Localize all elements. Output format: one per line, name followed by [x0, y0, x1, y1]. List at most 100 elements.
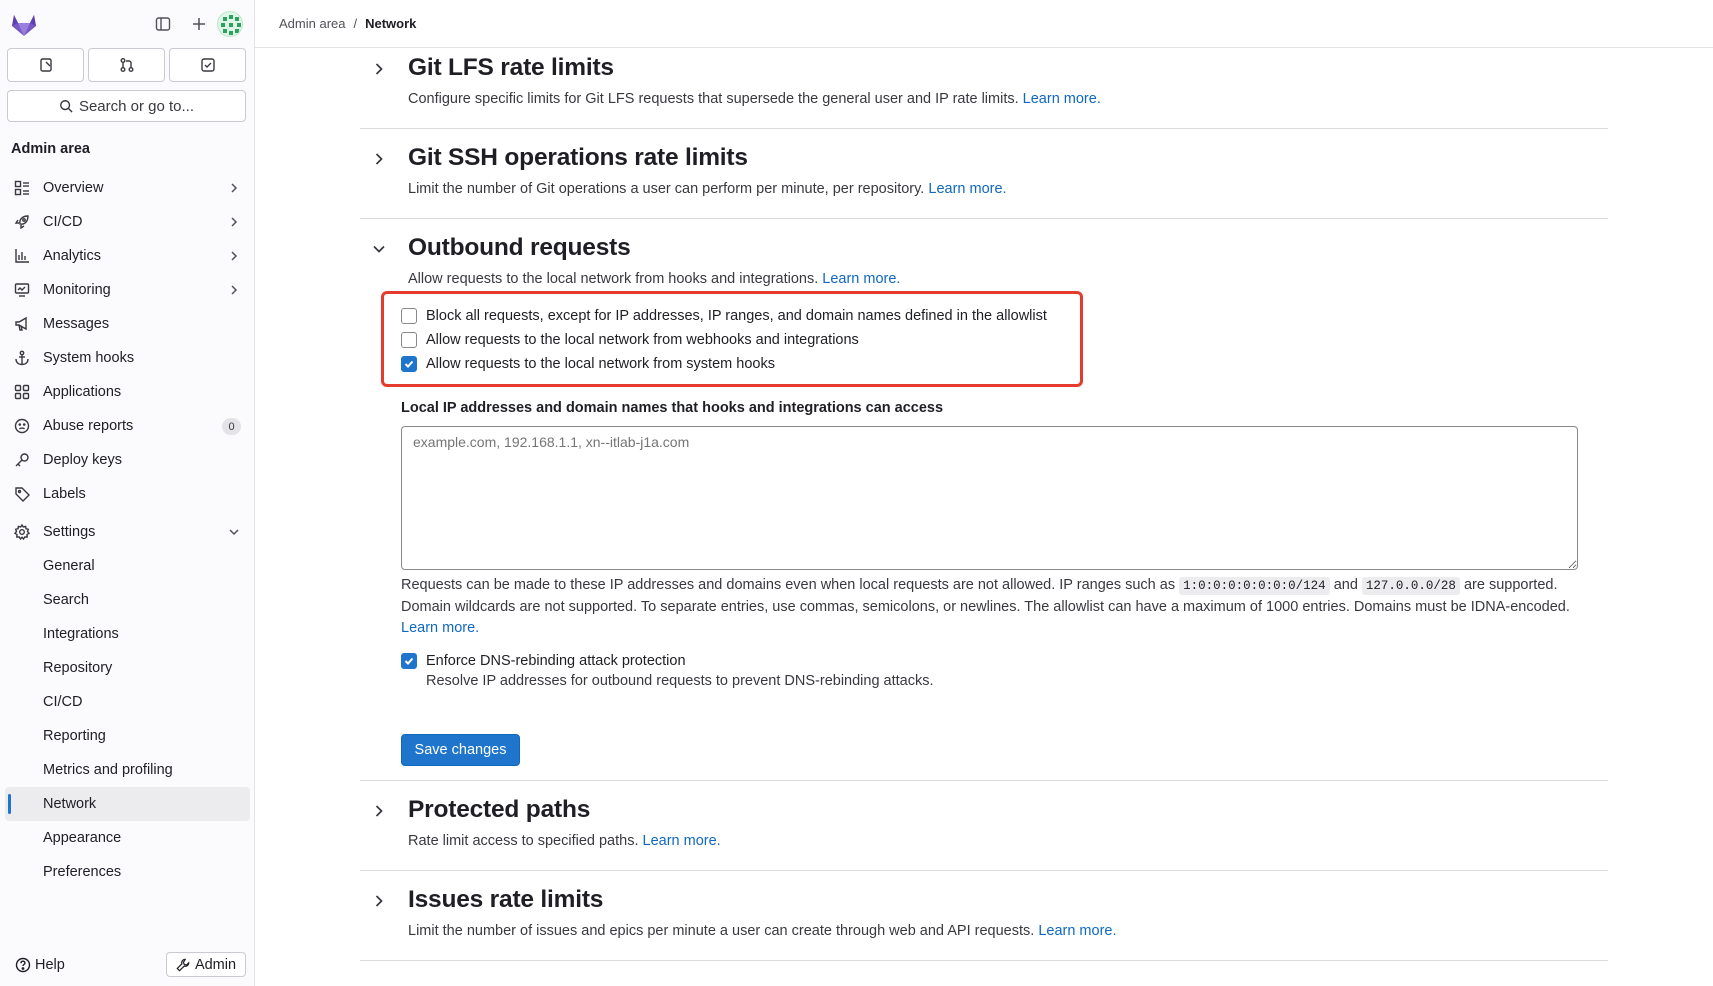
sidebar-subitem-label: Preferences — [43, 864, 122, 880]
admin-label: Admin — [194, 956, 237, 973]
sidebar-item-settings[interactable]: Settings — [0, 515, 255, 549]
chevron-right-icon[interactable] — [372, 894, 386, 908]
help-button[interactable]: Help — [15, 957, 65, 973]
sidebar-item-overview[interactable]: Overview — [0, 171, 255, 205]
dns-rebinding-checkbox[interactable]: Enforce DNS-rebinding attack protection — [401, 653, 686, 669]
anchor-icon — [15, 350, 29, 366]
learn-more-link[interactable]: Learn more. — [401, 620, 479, 636]
sidebar-subitem-label: Search — [43, 592, 89, 608]
sidebar-item-label: Monitoring — [43, 282, 111, 298]
quick-actions — [7, 48, 246, 82]
chevron-right-icon — [231, 217, 238, 227]
chevron-right-icon[interactable] — [372, 62, 386, 76]
checkmark-icon — [404, 360, 414, 368]
merge-request-icon — [120, 58, 133, 72]
sidebar-subitem-label: Integrations — [43, 626, 119, 642]
breadcrumb-current[interactable]: Network — [365, 16, 416, 31]
breadcrumb-admin-area[interactable]: Admin area — [279, 16, 345, 31]
allowlist-textarea[interactable] — [401, 426, 1578, 570]
section-git-ssh-rate-limits: Git SSH operations rate limits Limit the… — [360, 144, 1608, 219]
sidebar-subitem-network[interactable]: Network — [5, 787, 250, 821]
section-title[interactable]: Git SSH operations rate limits — [408, 144, 748, 172]
sidebar-item-analytics[interactable]: Analytics — [0, 239, 255, 273]
issues-button[interactable] — [7, 48, 84, 82]
sidebar-item-system-hooks[interactable]: System hooks — [0, 341, 255, 375]
issues-icon — [39, 58, 52, 72]
learn-more-link[interactable]: Learn more. — [643, 833, 721, 849]
sidebar-item-label: Labels — [43, 486, 86, 502]
sidebar-item-applications[interactable]: Applications — [0, 375, 255, 409]
rocket-icon — [14, 215, 29, 230]
chevron-right-icon[interactable] — [372, 804, 386, 818]
checkbox-unchecked[interactable] — [401, 332, 417, 348]
learn-more-link[interactable]: Learn more. — [1038, 923, 1116, 939]
sidebar-item-labels[interactable]: Labels — [0, 477, 255, 511]
section-description: Limit the number of Git operations a use… — [408, 181, 1007, 197]
sidebar-subitem-integrations[interactable]: Integrations — [0, 617, 255, 651]
sidebar-subitem-repository[interactable]: Repository — [0, 651, 255, 685]
plus-icon[interactable] — [187, 12, 211, 36]
checkbox-unchecked[interactable] — [401, 308, 417, 324]
checkmark-icon — [404, 657, 414, 665]
label-icon — [15, 487, 30, 502]
section-title[interactable]: Issues rate limits — [408, 886, 603, 914]
sidebar-subitem-label: Metrics and profiling — [43, 762, 173, 778]
gitlab-logo-icon[interactable] — [10, 11, 38, 37]
checkbox-label: Allow requests to the local network from… — [426, 332, 859, 348]
sidebar-topbar — [0, 0, 255, 48]
sidebar-subitem-label: CI/CD — [43, 694, 83, 710]
sidebar-item-messages[interactable]: Messages — [0, 307, 255, 341]
sidebar-subitem-preferences[interactable]: Preferences — [0, 855, 255, 889]
sidebar-nav: Overview CI/CD Analytics Monitoring Mess… — [0, 171, 255, 889]
sidebar-section-title: Admin area — [11, 141, 90, 157]
allow-system-hooks-local-checkbox[interactable]: Allow requests to the local network from… — [401, 356, 775, 372]
description-text: Configure specific limits for Git LFS re… — [408, 91, 1019, 107]
section-description: Limit the number of issues and epics per… — [408, 923, 1117, 939]
sidebar-subitem-cicd[interactable]: CI/CD — [0, 685, 255, 719]
dns-rebinding-help: Resolve IP addresses for outbound reques… — [426, 673, 934, 689]
toggle-sidebar-icon[interactable] — [151, 12, 175, 36]
sidebar-item-cicd[interactable]: CI/CD — [0, 205, 255, 239]
learn-more-link[interactable]: Learn more. — [822, 271, 900, 287]
sidebar-footer: Help Admin — [0, 950, 255, 980]
applications-icon — [14, 384, 30, 400]
save-changes-button[interactable]: Save changes — [401, 734, 520, 766]
chevron-right-icon — [231, 285, 238, 295]
help-text-part: and — [1333, 577, 1358, 593]
sidebar-subitem-label: General — [43, 558, 95, 574]
section-title[interactable]: Protected paths — [408, 796, 590, 824]
user-avatar[interactable] — [217, 11, 243, 37]
sidebar-subitem-general[interactable]: General — [0, 549, 255, 583]
sidebar-item-deploy-keys[interactable]: Deploy keys — [0, 443, 255, 477]
allow-webhooks-local-checkbox[interactable]: Allow requests to the local network from… — [401, 332, 859, 348]
admin-button[interactable]: Admin — [166, 952, 246, 977]
header-divider — [255, 47, 1713, 48]
chevron-right-icon — [231, 183, 238, 193]
section-description: Rate limit access to specified paths. Le… — [408, 833, 721, 849]
section-title[interactable]: Git LFS rate limits — [408, 54, 614, 82]
chevron-right-icon[interactable] — [372, 152, 386, 166]
checkbox-checked[interactable] — [401, 356, 417, 372]
allowlist-label: Local IP addresses and domain names that… — [401, 400, 944, 416]
sidebar-item-abuse-reports[interactable]: Abuse reports 0 — [0, 409, 255, 443]
merge-requests-button[interactable] — [88, 48, 165, 82]
sidebar-subitem-label: Network — [43, 796, 97, 812]
search-label: Search or go to... — [78, 97, 195, 115]
search-button[interactable]: Search or go to... — [7, 90, 246, 122]
sidebar-item-monitoring[interactable]: Monitoring — [0, 273, 255, 307]
learn-more-link[interactable]: Learn more. — [1023, 91, 1101, 107]
overview-icon — [14, 180, 29, 196]
todos-button[interactable] — [169, 48, 246, 82]
chevron-down-icon[interactable] — [372, 242, 386, 256]
sidebar-subitem-reporting[interactable]: Reporting — [0, 719, 255, 753]
sidebar-subitem-appearance[interactable]: Appearance — [0, 821, 255, 855]
checkbox-checked[interactable] — [401, 653, 417, 669]
sidebar-item-label: Settings — [43, 524, 96, 540]
sidebar-item-label: Analytics — [43, 248, 102, 264]
checkbox-label: Allow requests to the local network from… — [426, 356, 775, 372]
sidebar-subitem-metrics[interactable]: Metrics and profiling — [0, 753, 255, 787]
block-all-requests-checkbox[interactable]: Block all requests, except for IP addres… — [401, 308, 1047, 324]
section-title[interactable]: Outbound requests — [408, 234, 631, 262]
sidebar-subitem-search[interactable]: Search — [0, 583, 255, 617]
learn-more-link[interactable]: Learn more. — [928, 181, 1006, 197]
